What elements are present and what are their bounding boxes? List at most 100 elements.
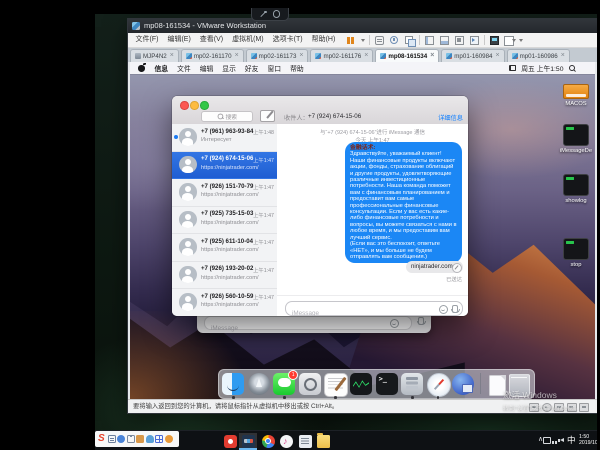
menubar-status-icon[interactable] (509, 65, 516, 71)
vm-tab[interactable]: mp01-160986× (507, 49, 570, 62)
conversation-row[interactable]: +7 (926) 193-20-02https://ninjatrader.co… (172, 262, 277, 290)
link-message-bubble[interactable]: ninjatrader.com (406, 261, 463, 273)
conversation-row[interactable]: +7 (926) 560-10-59https://ninjatrader.co… (172, 289, 277, 316)
sogou-emoji-icon[interactable] (165, 435, 173, 443)
dock-activity-monitor-icon[interactable] (350, 373, 372, 398)
dock-document-icon[interactable] (487, 373, 509, 398)
desktop-icon-showlog[interactable]: showlog (554, 174, 595, 204)
vm-tab[interactable]: mp01-160984× (441, 49, 504, 62)
network-adapter-icon[interactable] (554, 403, 564, 412)
minimize-button[interactable] (190, 101, 199, 110)
search-input[interactable]: 搜索 (201, 111, 253, 123)
zoom-button[interactable] (200, 101, 209, 110)
taskbar-vmware-workstation-button[interactable] (239, 433, 257, 450)
collapse-icon[interactable] (273, 10, 281, 18)
vmware-menu-item[interactable]: 查看(V) (195, 33, 227, 47)
dock-screen-sharing-icon[interactable] (452, 373, 474, 398)
tab-close-icon[interactable]: × (170, 53, 174, 59)
suspend-icon[interactable] (346, 35, 357, 46)
imessage-field[interactable] (286, 307, 462, 316)
vmware-fullscreen-pill[interactable] (251, 8, 289, 21)
console-view-icon[interactable] (489, 35, 500, 46)
cd-rom-icon[interactable] (542, 403, 552, 412)
vmware-titlebar[interactable]: mp08-161534 - VMware Workstation (128, 19, 597, 33)
close-button[interactable] (180, 101, 189, 110)
background-message-input[interactable] (204, 316, 412, 330)
macos-menu-item[interactable]: 显示 (218, 63, 241, 73)
background-imessage-field[interactable] (205, 322, 411, 334)
network-icon[interactable] (552, 437, 560, 444)
tab-close-icon[interactable]: × (235, 53, 239, 59)
vmware-menu-item[interactable]: 编辑(E) (163, 33, 195, 47)
microphone-icon[interactable] (418, 317, 424, 325)
macos-menu-item[interactable]: 文件 (173, 63, 196, 73)
sogou-toolbox-icon[interactable] (146, 435, 154, 443)
vm-tab[interactable]: mp02-161173× (246, 49, 309, 62)
message-input[interactable] (285, 301, 463, 316)
ime-indicator[interactable]: 中 (567, 434, 576, 446)
macos-menu-item[interactable]: 帮助 (286, 63, 309, 73)
tab-close-icon[interactable]: × (364, 53, 368, 59)
snapshot-manager-icon[interactable] (404, 35, 415, 46)
snapshot-revert-icon[interactable] (389, 35, 400, 46)
tab-close-icon[interactable]: × (495, 53, 499, 59)
vmware-menu-item[interactable]: 文件(F) (131, 33, 163, 47)
sogou-voice-icon[interactable] (117, 435, 125, 443)
dropdown-caret-icon[interactable] (519, 39, 523, 42)
menubar-clock[interactable]: 周五 上午1:50 (521, 63, 563, 73)
dock-terminal-icon[interactable] (376, 373, 398, 398)
emoji-icon[interactable] (390, 319, 399, 328)
dropdown-caret-icon[interactable] (361, 39, 365, 42)
touchpad-icon[interactable] (543, 437, 551, 444)
show-library-icon[interactable] (424, 35, 435, 46)
dock-system-preferences-icon[interactable] (299, 373, 321, 398)
apple-icon[interactable] (138, 65, 145, 72)
tab-close-icon[interactable]: × (299, 53, 303, 59)
sogou-keyboard-icon[interactable] (108, 435, 116, 443)
vm-tab[interactable]: mp02-161170× (181, 49, 244, 62)
taskbar-clock[interactable]: 1:50 2019/10/18 (579, 434, 597, 447)
details-button[interactable]: 详细信息 (438, 113, 463, 122)
fullscreen-icon[interactable] (454, 35, 465, 46)
dock-finder-icon[interactable] (222, 373, 244, 398)
hard-disk-icon[interactable] (529, 403, 539, 412)
sogou-grid-icon[interactable] (155, 435, 163, 443)
emoji-icon[interactable] (439, 305, 448, 314)
taskbar-file-explorer-button[interactable] (314, 433, 332, 450)
tab-close-icon[interactable]: × (561, 53, 565, 59)
sogou-icon[interactable]: S (98, 431, 105, 447)
messages-titlebar[interactable]: 搜索 收件人： +7 (924) 674-15-06 详细信息 (172, 96, 468, 125)
dock-safari-icon[interactable] (427, 373, 449, 398)
taskbar-red-dot-app-button[interactable] (221, 433, 239, 450)
macos-menu-item[interactable]: 信息 (150, 63, 173, 73)
dock-textedit-icon[interactable] (324, 373, 346, 398)
dock-messages-icon[interactable]: 1 (273, 373, 295, 398)
dock-launchpad-icon[interactable] (248, 373, 270, 398)
sogou-clipboard-icon[interactable] (127, 435, 135, 443)
dock-trash-icon[interactable] (508, 373, 530, 398)
usb-icon[interactable] (567, 403, 577, 412)
conversation-row[interactable]: +7 (961) 963-93-84Интересует上午1:48 (172, 124, 277, 152)
spotlight-icon[interactable] (569, 65, 576, 72)
conversation-row[interactable]: +7 (926) 151-70-79https://ninjatrader.co… (172, 179, 277, 207)
ctrl-alt-del-icon[interactable] (374, 35, 385, 46)
taskbar-documents-app-button[interactable] (296, 433, 314, 450)
macos-menu-item[interactable]: 好友 (240, 63, 263, 73)
vmware-menu-item[interactable]: 选项卡(T) (268, 33, 307, 47)
vm-tab[interactable]: mp08-161534× (375, 49, 439, 62)
dock-stacks-icon[interactable] (401, 373, 423, 398)
macos-menu-item[interactable]: 编辑 (195, 63, 218, 73)
vmware-menu-item[interactable]: 帮助(H) (307, 33, 340, 47)
vm-tab[interactable]: MJP4N2× (130, 49, 179, 62)
taskbar-itunes-button[interactable] (277, 433, 295, 450)
show-thumbnail-bar-icon[interactable] (439, 35, 450, 46)
microphone-icon[interactable] (452, 305, 458, 313)
edit-circle-icon[interactable] (452, 263, 462, 273)
conversation-row[interactable]: +7 (925) 735-15-03https://ninjatrader.co… (172, 207, 277, 235)
conversation-row[interactable]: +7 (924) 674-15-06https://ninjatrader.co… (172, 152, 277, 180)
sogou-skin-icon[interactable] (136, 435, 144, 443)
sound-icon[interactable] (579, 403, 589, 412)
device-view-icon[interactable] (504, 35, 515, 46)
desktop-icon-macos[interactable]: MACOS (554, 84, 595, 107)
conversation-row[interactable]: +7 (925) 611-10-04https://ninjatrader.co… (172, 234, 277, 262)
